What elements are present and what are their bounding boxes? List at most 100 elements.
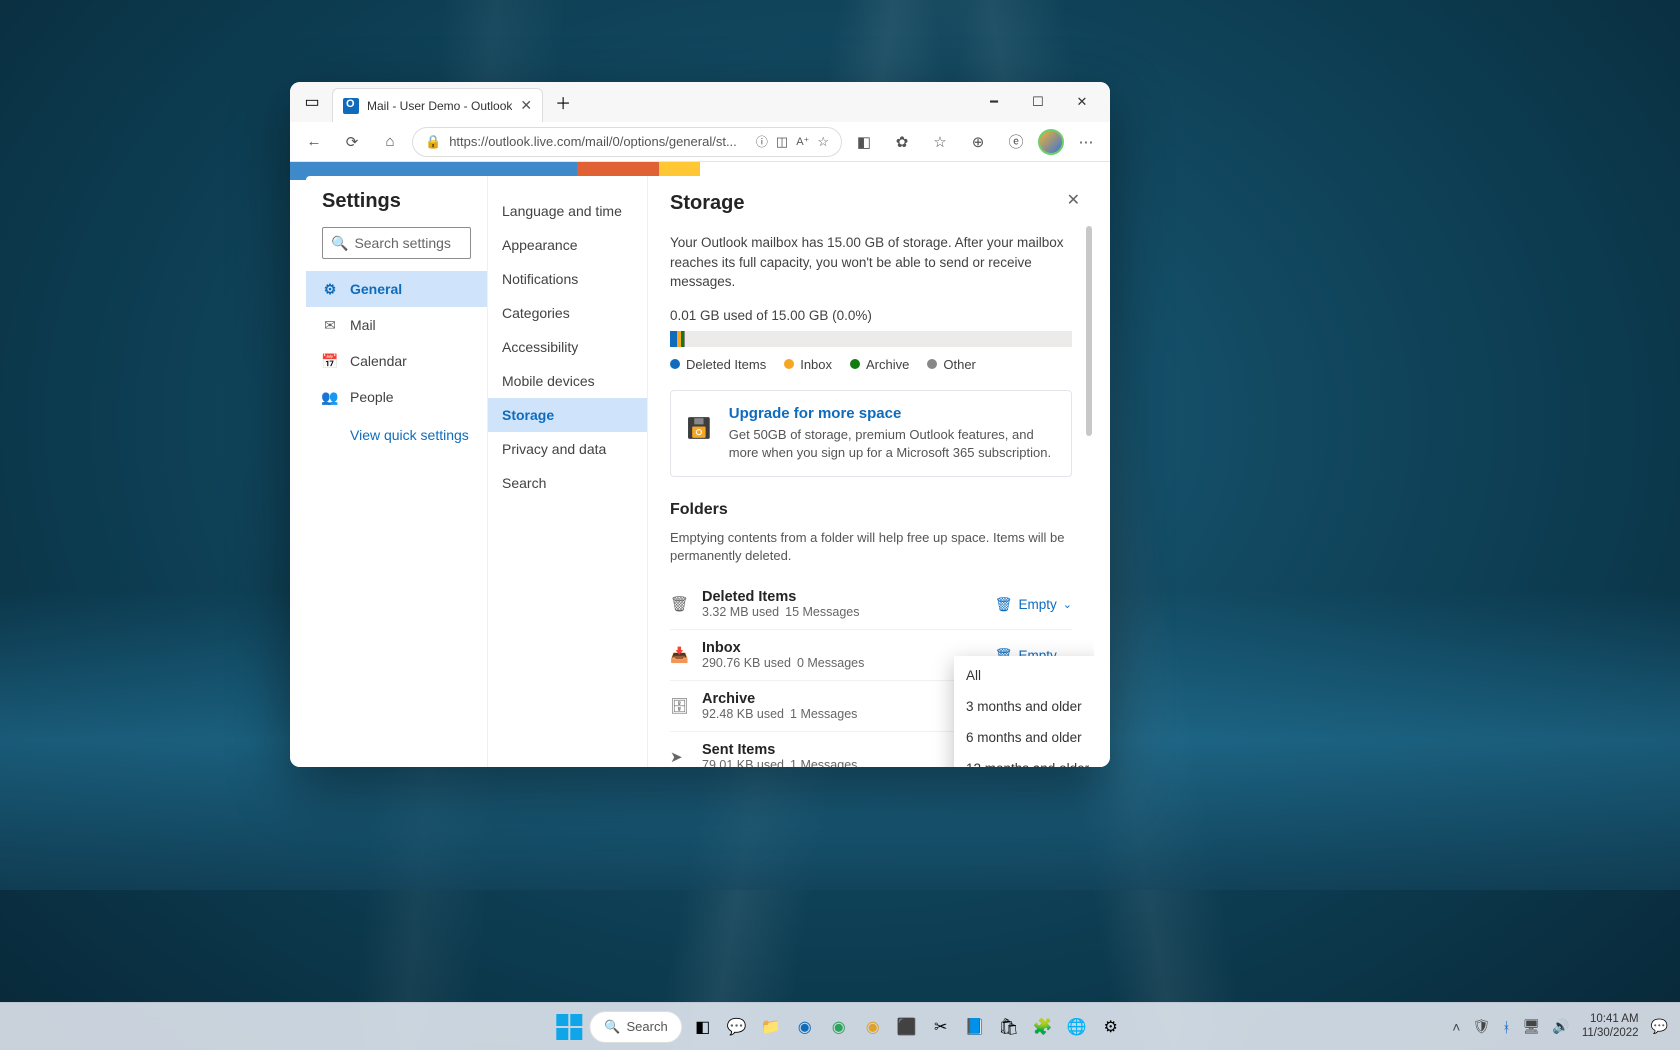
- teams-icon[interactable]: 💬: [723, 1013, 751, 1041]
- close-window-button[interactable]: ✕: [1060, 82, 1104, 122]
- storage-legend: Deleted Items Inbox Archive Other: [670, 357, 1072, 372]
- sub-categories[interactable]: Categories: [488, 296, 647, 330]
- minimize-button[interactable]: ━: [972, 82, 1016, 122]
- browser-toolbar: ← ⟳ ⌂ 🔒 https://outlook.live.com/mail/0/…: [290, 122, 1110, 162]
- folder-msgs: 15 Messages: [785, 605, 859, 619]
- scrollbar[interactable]: [1086, 226, 1092, 436]
- folder-msgs: 1 Messages: [790, 758, 857, 767]
- folder-name: Deleted Items: [702, 589, 981, 605]
- url-text: https://outlook.live.com/mail/0/options/…: [449, 134, 748, 149]
- people-icon: 👥: [322, 389, 338, 405]
- taskbar-search[interactable]: 🔍 Search: [589, 1011, 682, 1043]
- notifications-icon[interactable]: 💬: [1651, 1018, 1668, 1035]
- address-bar[interactable]: 🔒 https://outlook.live.com/mail/0/option…: [412, 127, 842, 157]
- date-text: 11/30/2022: [1582, 1027, 1639, 1040]
- category-calendar[interactable]: 📅 Calendar: [306, 343, 487, 379]
- storage-description: Your Outlook mailbox has 15.00 GB of sto…: [670, 233, 1072, 292]
- category-people[interactable]: 👥 People: [306, 379, 487, 415]
- refresh-button[interactable]: ⟳: [336, 126, 368, 158]
- text-size-icon[interactable]: A⁺: [796, 135, 809, 148]
- settings-content: Storage ✕ Your Outlook mailbox has 15.00…: [648, 176, 1094, 767]
- dropdown-item-3mo[interactable]: 3 months and older: [954, 691, 1094, 722]
- close-tab-icon[interactable]: ✕: [520, 97, 532, 114]
- favorites-icon[interactable]: ☆: [924, 126, 956, 158]
- chevron-down-icon: ⌄: [1063, 598, 1072, 611]
- terminal-icon[interactable]: ⬛: [893, 1013, 921, 1041]
- explorer-icon[interactable]: 📁: [757, 1013, 785, 1041]
- dropdown-item-all[interactable]: All: [954, 660, 1094, 691]
- tray-chevron-icon[interactable]: ˄: [1452, 1019, 1460, 1035]
- sub-mobile[interactable]: Mobile devices: [488, 364, 647, 398]
- dot-icon: [850, 359, 860, 369]
- category-label: Calendar: [350, 353, 407, 369]
- sub-storage[interactable]: Storage: [488, 398, 647, 432]
- edge-beta-icon[interactable]: ◉: [825, 1013, 853, 1041]
- folder-msgs: 0 Messages: [797, 656, 864, 670]
- archive-icon: 🗄: [670, 697, 688, 715]
- search-settings-input[interactable]: 🔍 Search settings: [322, 227, 471, 259]
- taskbar-clock[interactable]: 10:41 AM 11/30/2022: [1582, 1013, 1639, 1039]
- category-general[interactable]: ⚙ General: [306, 271, 487, 307]
- folders-description: Emptying contents from a folder will hel…: [670, 529, 1072, 565]
- folder-size: 92.48 KB used: [702, 707, 784, 721]
- inbox-icon: 📥: [670, 646, 688, 664]
- browser-tab[interactable]: Mail - User Demo - Outlook ✕: [332, 88, 543, 122]
- reader-icon[interactable]: ⓘ: [756, 133, 768, 150]
- tab-actions-icon[interactable]: ▭: [296, 86, 328, 118]
- extension-icon[interactable]: ◧: [848, 126, 880, 158]
- task-view-icon[interactable]: ◧: [689, 1013, 717, 1041]
- dropdown-item-12mo[interactable]: 12 months and older: [954, 753, 1094, 767]
- sub-notifications[interactable]: Notifications: [488, 262, 647, 296]
- category-mail[interactable]: ✉ Mail: [306, 307, 487, 343]
- maximize-button[interactable]: ☐: [1016, 82, 1060, 122]
- dropdown-item-6mo[interactable]: 6 months and older: [954, 722, 1094, 753]
- sub-language[interactable]: Language and time: [488, 194, 647, 228]
- folder-name: Inbox: [702, 640, 981, 656]
- dot-icon: [927, 359, 937, 369]
- start-button[interactable]: [555, 1013, 583, 1041]
- upgrade-title: Upgrade for more space: [729, 405, 1055, 422]
- mail-icon: ✉: [322, 317, 338, 333]
- settings-title: Settings: [306, 190, 487, 227]
- back-button[interactable]: ←: [298, 126, 330, 158]
- floppy-icon: [687, 405, 711, 451]
- tray-security-icon[interactable]: 🛡: [1472, 1018, 1490, 1035]
- view-quick-settings-link[interactable]: View quick settings: [306, 415, 487, 443]
- close-settings-icon[interactable]: ✕: [1067, 190, 1080, 210]
- time-text: 10:41 AM: [1582, 1013, 1639, 1026]
- snip-icon[interactable]: ✂: [927, 1013, 955, 1041]
- sub-appearance[interactable]: Appearance: [488, 228, 647, 262]
- notepad-icon[interactable]: 📘: [961, 1013, 989, 1041]
- favorite-icon[interactable]: ☆: [817, 134, 829, 150]
- split-icon[interactable]: ◫: [776, 134, 788, 150]
- upgrade-card[interactable]: Upgrade for more space Get 50GB of stora…: [670, 390, 1072, 477]
- edge-canary-icon[interactable]: ◉: [859, 1013, 887, 1041]
- category-label: Mail: [350, 317, 376, 333]
- shopping-icon[interactable]: ✿: [886, 126, 918, 158]
- tray-display-icon[interactable]: 🖥: [1523, 1018, 1541, 1035]
- empty-button[interactable]: 🗑 Empty ⌄: [995, 596, 1072, 613]
- collections-icon[interactable]: ⊕: [962, 126, 994, 158]
- search-icon: 🔍: [604, 1019, 620, 1035]
- tray-bluetooth-icon[interactable]: ᚼ: [1502, 1019, 1510, 1035]
- home-button[interactable]: ⌂: [374, 126, 406, 158]
- powertoys-icon[interactable]: 🧩: [1029, 1013, 1057, 1041]
- sub-accessibility[interactable]: Accessibility: [488, 330, 647, 364]
- profile-avatar[interactable]: [1038, 129, 1064, 155]
- legend-label: Other: [943, 357, 976, 372]
- more-icon[interactable]: ⋯: [1070, 126, 1102, 158]
- ie-mode-icon[interactable]: ⓔ: [1000, 126, 1032, 158]
- folders-heading: Folders: [670, 501, 1072, 519]
- browser-window: ▭ Mail - User Demo - Outlook ✕ ＋ ━ ☐ ✕ ←…: [290, 82, 1110, 767]
- chrome-icon[interactable]: 🌐: [1063, 1013, 1091, 1041]
- store-icon[interactable]: 🛍: [995, 1013, 1023, 1041]
- sub-privacy[interactable]: Privacy and data: [488, 432, 647, 466]
- settings-subnav: Language and time Appearance Notificatio…: [488, 176, 648, 767]
- new-tab-button[interactable]: ＋: [547, 86, 579, 118]
- settings-icon[interactable]: ⚙: [1097, 1013, 1125, 1041]
- empty-label: Empty: [1019, 597, 1057, 612]
- category-label: General: [350, 281, 402, 297]
- sub-search[interactable]: Search: [488, 466, 647, 500]
- edge-icon[interactable]: ◉: [791, 1013, 819, 1041]
- tray-volume-icon[interactable]: 🔊: [1552, 1018, 1569, 1035]
